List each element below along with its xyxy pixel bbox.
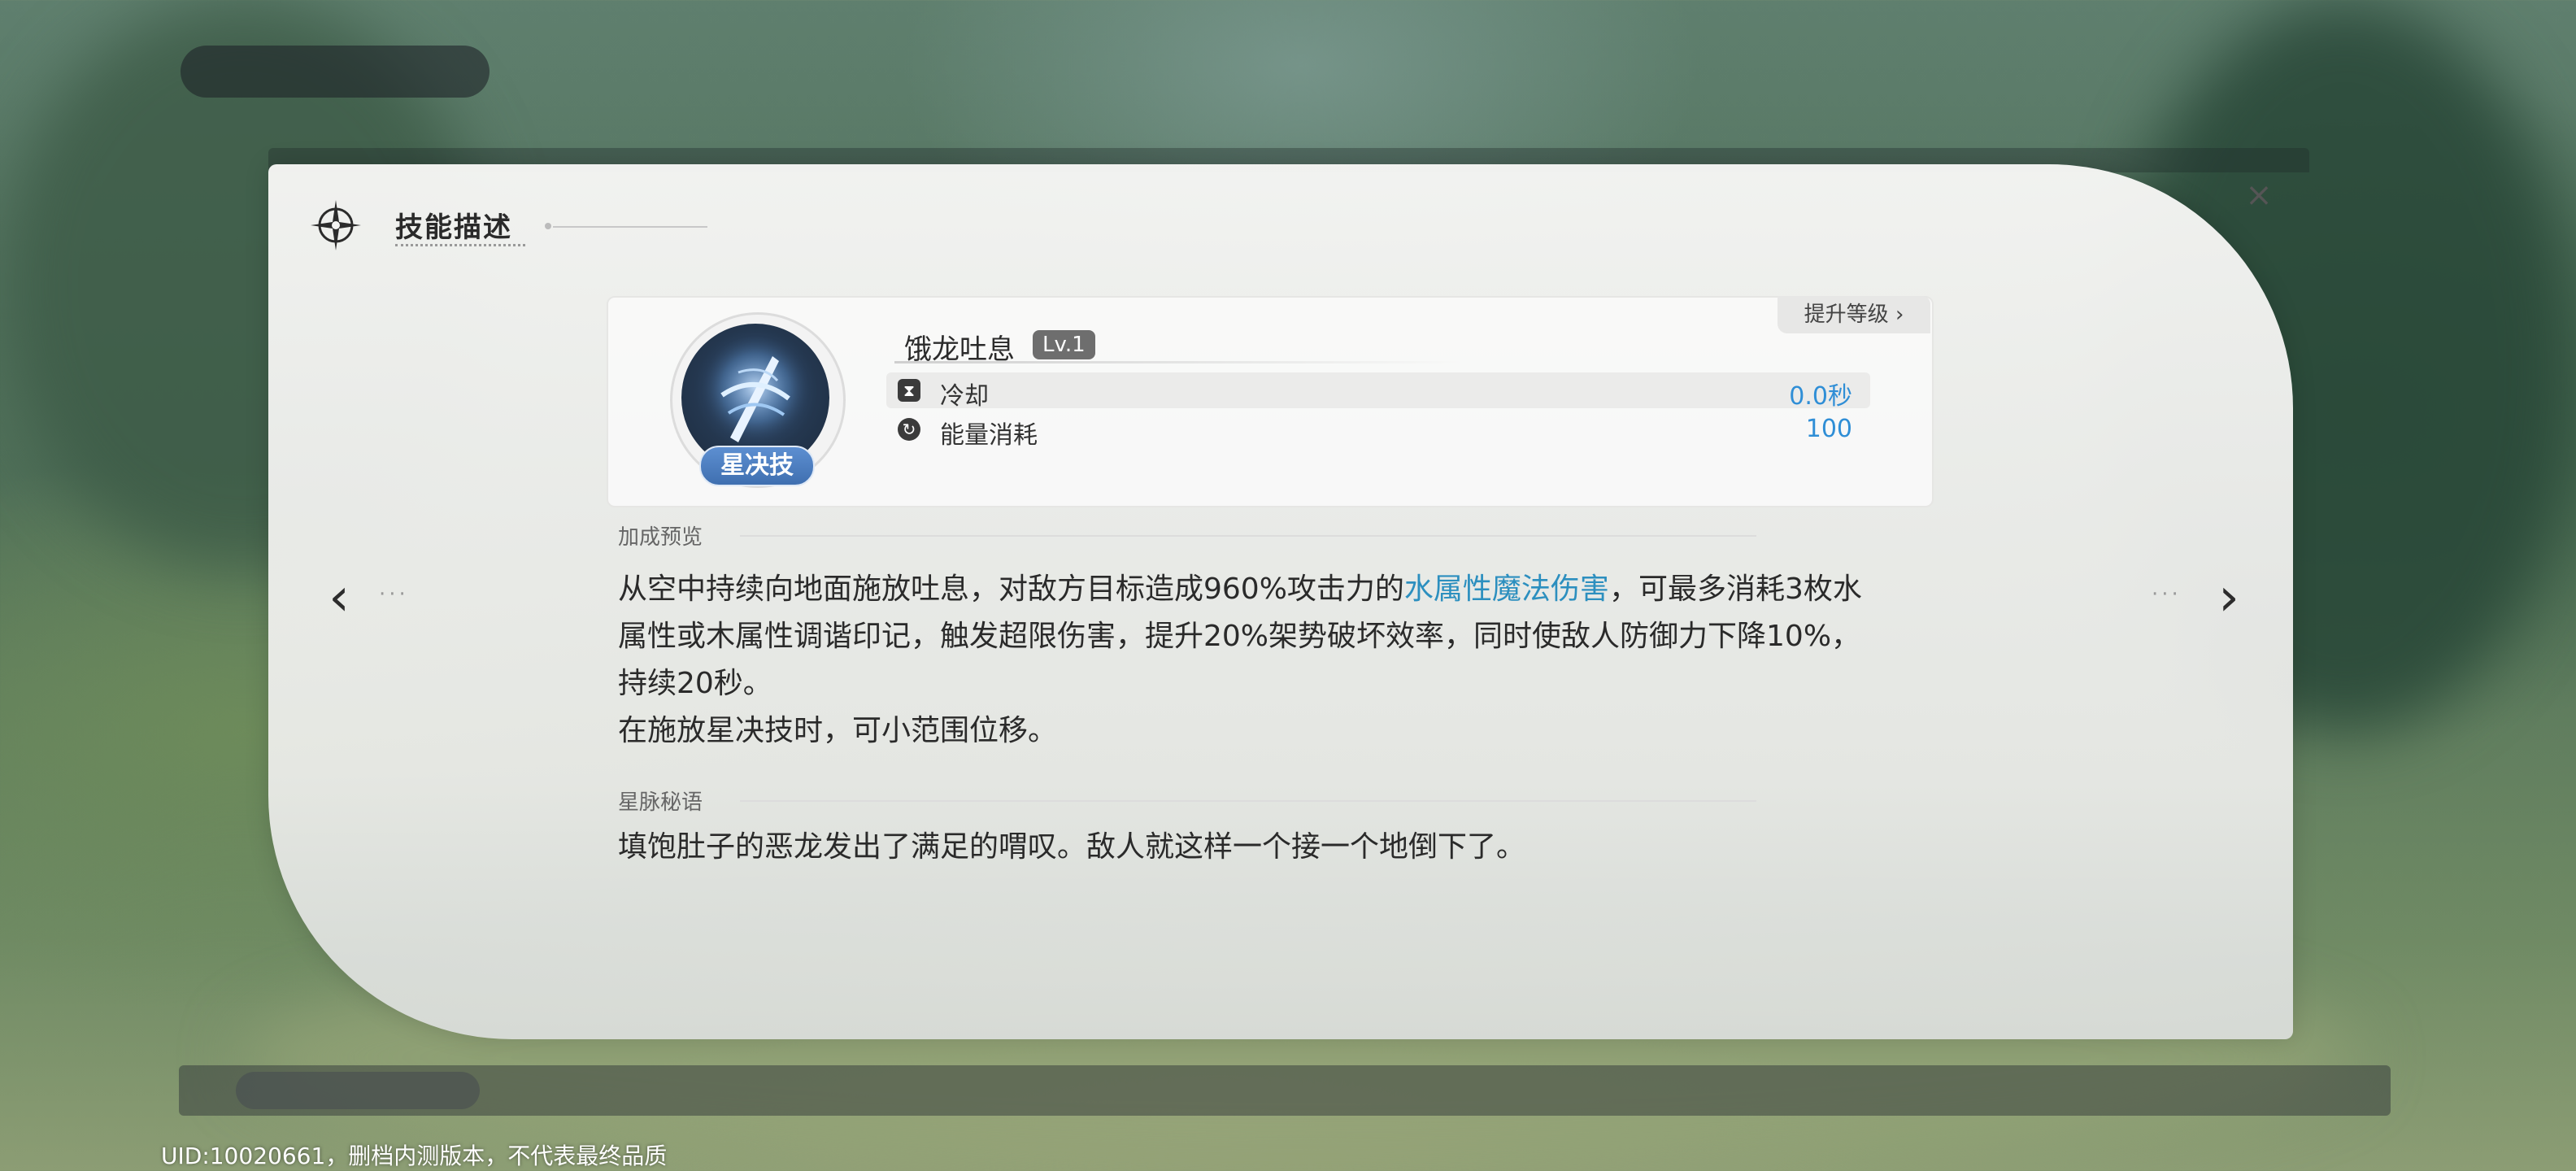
upgrade-level-button[interactable]: 提升等级 › [1778,296,1930,333]
panel-title: 技能描述 [395,211,512,244]
lore-divider [740,800,1756,802]
bottom-hud-bar [179,1065,2391,1116]
close-icon[interactable]: × [2243,179,2275,211]
energy-icon: ↻ [898,418,920,441]
hourglass-icon: ⧗ [898,379,920,402]
stat-row-cooldown: ⧗ 冷却 0.0秒 [886,372,1870,411]
stat-value: 0.0秒 [1789,382,1852,411]
uid-watermark: UID:10020661，删档内测版本，不代表最终品质 [161,1143,668,1169]
panel-subtitle-decoration [395,244,525,251]
chevron-right-small-icon: › [1895,303,1904,327]
stat-row-energy: ↻ 能量消耗 100 [886,411,1870,450]
prev-dots: ··· [379,582,409,607]
stat-label: 能量消耗 [940,421,1038,450]
skill-type-tag: 星决技 [699,446,815,486]
description-text: 从空中持续向地面施放吐息，对敌方目标造成960%攻击力的 [618,572,1404,606]
bonus-preview-label: 加成预览 [618,525,703,550]
stat-value: 100 [1805,415,1852,443]
next-dots: ··· [2152,582,2182,607]
header-divider [553,226,707,228]
header-divider-dot [545,223,551,229]
skill-description: 从空中持续向地面施放吐息，对敌方目标造成960%攻击力的水属性魔法伤害，可最多消… [618,566,1886,755]
upgrade-level-label: 提升等级 [1804,303,1889,327]
stat-label: 冷却 [940,382,989,411]
top-left-hud-chip [181,46,490,98]
bottom-hud-pill [236,1072,480,1109]
description-highlight: 水属性魔法伤害 [1403,572,1609,606]
lore-text: 填饱肚子的恶龙发出了满足的喟叹。敌人就这样一个接一个地倒下了。 [618,830,1526,864]
chevron-right-icon[interactable]: › [2208,569,2249,626]
description-text-line2: 在施放星决技时，可小范围位移。 [618,714,1058,747]
skill-level-badge: Lv.1 [1033,330,1095,359]
chevron-left-icon[interactable]: ‹ [319,569,359,626]
star-compass-icon [311,200,361,250]
bonus-divider [740,535,1756,537]
lore-label: 星脉秘语 [618,790,703,815]
skill-name-underline [894,361,1464,363]
